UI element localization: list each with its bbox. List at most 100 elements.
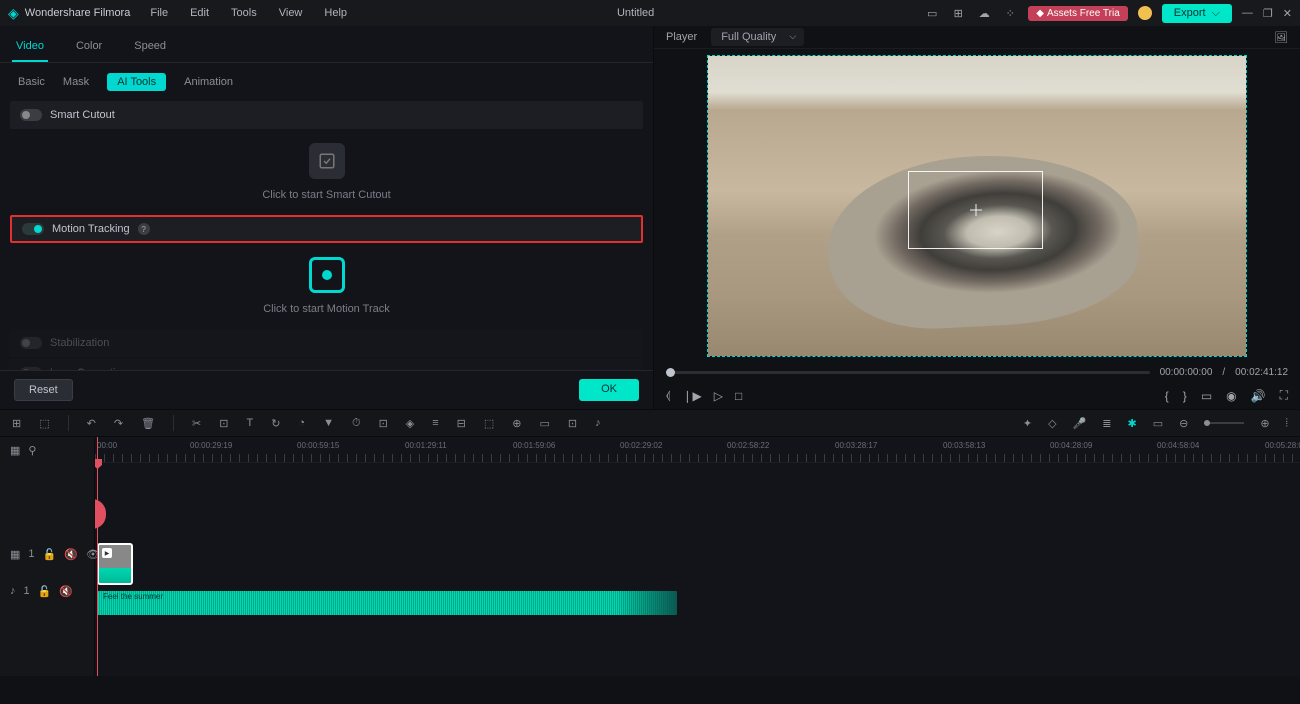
menu-edit[interactable]: Edit [190, 7, 209, 19]
tab-speed[interactable]: Speed [130, 34, 170, 62]
snapshot-icon[interactable]: 🖼 [1274, 31, 1288, 44]
player-panel: Player Full Quality 🖼 00:00:00:00 / 00:0… [654, 26, 1300, 409]
seek-handle[interactable] [666, 368, 675, 377]
app-logo-icon: ◈ [8, 5, 19, 22]
delete-icon[interactable]: 🗑 [141, 417, 155, 430]
player-label: Player [666, 31, 697, 43]
grid-icon[interactable]: ⁘ [1002, 5, 1018, 21]
stop-button[interactable]: □ [735, 389, 742, 403]
rotate-icon[interactable]: ↻ [271, 417, 280, 430]
menu-file[interactable]: File [150, 7, 168, 19]
speed-icon[interactable]: ⏱ [352, 417, 361, 430]
stabilization-toggle[interactable] [20, 337, 42, 349]
green-screen-icon[interactable]: ▼ [323, 417, 334, 429]
tab-color[interactable]: Color [72, 34, 106, 62]
play-button[interactable]: ▷ [714, 389, 723, 403]
menu-view[interactable]: View [279, 7, 303, 19]
tracking-box[interactable] [908, 171, 1043, 249]
mute-icon[interactable]: 🔇 [64, 548, 78, 561]
snap-icon[interactable]: ✱ [1127, 417, 1136, 430]
layout-icon[interactable]: ⊞ [12, 417, 21, 430]
undo-icon[interactable]: ↶ [87, 417, 96, 430]
fullscreen-icon[interactable]: ⛶ [1280, 388, 1288, 403]
menu-help[interactable]: Help [324, 7, 347, 19]
mark-in-icon[interactable]: { [1165, 389, 1169, 403]
settings-icon[interactable]: ⊞ [950, 5, 966, 21]
cloud-icon[interactable]: ☁ [976, 5, 992, 21]
camera-icon[interactable]: ◉ [1226, 389, 1236, 403]
help-icon[interactable]: ? [138, 223, 150, 235]
audio-tool-icon[interactable]: ♪ [595, 417, 601, 429]
zoom-slider[interactable] [1204, 422, 1244, 424]
main-menu: File Edit Tools View Help [150, 7, 347, 19]
list-icon[interactable]: ⦙ [1286, 417, 1288, 430]
audio-track-icon[interactable]: ♪ [10, 585, 16, 597]
split-icon[interactable]: ✂ [192, 417, 201, 430]
assets-free-trial-button[interactable]: ◆ Assets Free Tria [1028, 6, 1128, 21]
timeline-ruler[interactable]: 00:00 00:00:29:19 00:00:59:15 00:01:29:1… [95, 437, 1300, 463]
motion-tracking-toggle[interactable] [22, 223, 44, 235]
tool-4-icon[interactable]: ▭ [540, 417, 550, 430]
preview-canvas[interactable] [707, 55, 1247, 357]
subtab-basic[interactable]: Basic [18, 76, 45, 88]
text-icon[interactable]: T [246, 417, 253, 429]
prev-frame-button[interactable]: ⦉ [666, 388, 670, 403]
display-icon[interactable]: ▭ [1201, 389, 1212, 403]
media-icon[interactable]: ▦ [10, 444, 20, 457]
export-button[interactable]: Export ⌵ [1162, 4, 1232, 23]
time-total: 00:02:41:12 [1235, 367, 1288, 378]
minimize-button[interactable]: — [1242, 7, 1253, 19]
audio-lock-icon[interactable]: 🔓 [38, 585, 52, 598]
properties-panel: Video Color Speed Basic Mask AI Tools An… [0, 26, 654, 409]
tab-video[interactable]: Video [12, 34, 48, 62]
menu-tools[interactable]: Tools [231, 7, 257, 19]
screen-icon[interactable]: ▭ [924, 5, 940, 21]
mark-out-icon[interactable]: } [1183, 389, 1187, 403]
smart-cutout-card[interactable]: Click to start Smart Cutout [10, 135, 643, 215]
motion-tracking-row: Motion Tracking ? [10, 215, 643, 243]
motion-track-card[interactable]: Click to start Motion Track [10, 249, 643, 329]
shield-icon[interactable]: ◇ [1048, 417, 1056, 430]
lens-correction-toggle[interactable] [20, 367, 42, 370]
keyframe-icon[interactable]: ◈ [406, 417, 414, 430]
close-button[interactable]: ✕ [1283, 7, 1292, 20]
play-pause-button[interactable]: ❘▶ [682, 389, 701, 403]
zoom-out-icon[interactable]: ⊖ [1179, 417, 1188, 430]
link-icon[interactable]: ⚲ [28, 444, 36, 457]
detect-icon[interactable]: ⊡ [379, 417, 388, 430]
mixer-icon[interactable]: ≣ [1102, 417, 1111, 430]
timeline-toolbar: ⊞ ⬚ ↶ ↷ 🗑 ✂ ⊡ T ↻ ◔ ▼ ⏱ ⊡ ◈ ≡ ⊟ ⬚ ⊕ ▭ ⊡ … [0, 409, 1300, 437]
adjust-icon[interactable]: ≡ [432, 417, 438, 429]
timeline-tracks[interactable]: 00:00 00:00:29:19 00:00:59:15 00:01:29:1… [95, 437, 1300, 676]
tool-3-icon[interactable]: ⊕ [512, 417, 521, 430]
subtab-ai-tools[interactable]: AI Tools [107, 73, 166, 91]
notification-badge-icon[interactable] [1138, 6, 1152, 20]
tool-1-icon[interactable]: ⊟ [457, 417, 466, 430]
marker-icon[interactable]: ✦ [1023, 417, 1032, 430]
video-track-icon[interactable]: ▦ [10, 548, 20, 561]
smart-cutout-icon [309, 143, 345, 179]
audio-clip[interactable]: Feel the summer [97, 591, 677, 615]
quality-dropdown[interactable]: Full Quality [711, 28, 804, 46]
audio-mute-icon[interactable]: 🔇 [59, 585, 73, 598]
fit-icon[interactable]: ▭ [1153, 417, 1163, 430]
reset-button[interactable]: Reset [14, 379, 73, 401]
volume-icon[interactable]: 🔊 [1251, 389, 1266, 403]
maximize-button[interactable]: ❐ [1263, 7, 1273, 20]
ok-button[interactable]: OK [579, 379, 639, 401]
color-icon[interactable]: ◔ [298, 417, 305, 429]
mic-icon[interactable]: 🎤 [1073, 417, 1087, 430]
crop-icon[interactable]: ⊡ [219, 417, 228, 430]
subtab-mask[interactable]: Mask [63, 76, 89, 88]
subtab-animation[interactable]: Animation [184, 76, 233, 88]
redo-icon[interactable]: ↷ [114, 417, 123, 430]
seek-slider[interactable] [666, 371, 1150, 374]
cursor-icon[interactable]: ⬚ [39, 417, 49, 430]
tool-2-icon[interactable]: ⬚ [484, 417, 494, 430]
video-clip[interactable] [97, 543, 133, 585]
lock-icon[interactable]: 🔓 [43, 548, 57, 561]
smart-cutout-toggle[interactable] [20, 109, 42, 121]
tool-5-icon[interactable]: ⊡ [568, 417, 577, 430]
zoom-in-icon[interactable]: ⊕ [1260, 417, 1269, 430]
playhead[interactable] [97, 437, 98, 676]
